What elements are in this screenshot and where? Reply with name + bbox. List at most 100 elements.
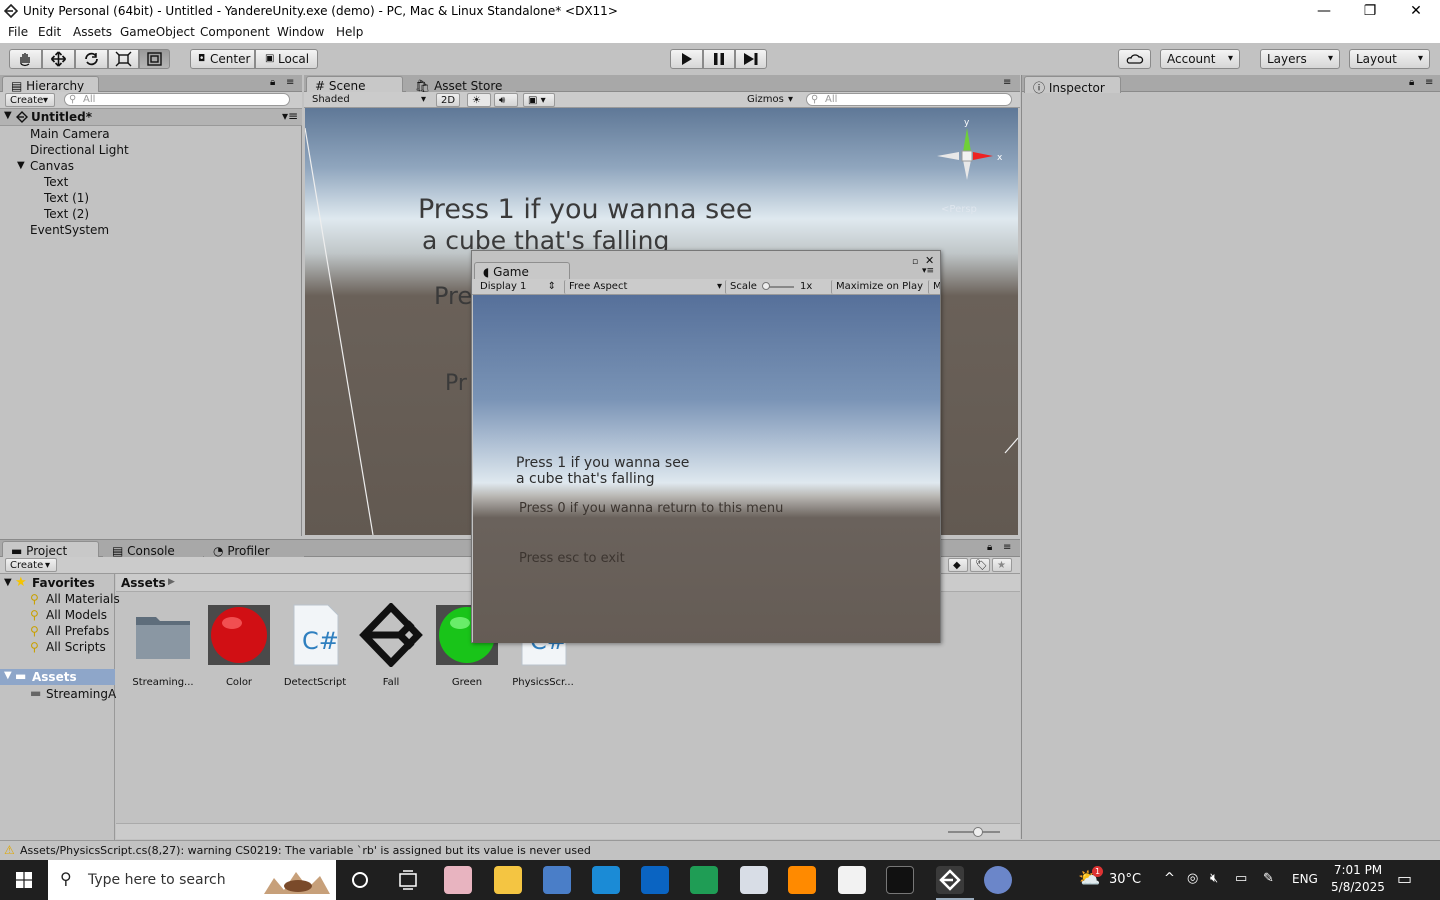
menu-component[interactable]: Component: [200, 25, 270, 39]
display-dropdown[interactable]: Display 1 ⇕: [476, 280, 558, 294]
weather-button[interactable]: ⛅ 1: [1078, 866, 1104, 892]
lighting-toggle[interactable]: ☀: [467, 93, 491, 107]
file-explorer-icon[interactable]: [494, 866, 522, 894]
expand-arrow-icon[interactable]: ▼: [4, 110, 12, 121]
asset-color[interactable]: Color: [202, 603, 276, 693]
sublime-text-icon[interactable]: [788, 866, 816, 894]
layers-dropdown[interactable]: Layers: [1260, 49, 1340, 69]
volume-muted-icon[interactable]: 🔇︎: [1210, 871, 1218, 886]
hand-tool-button[interactable]: [9, 49, 42, 69]
menu-gameobject[interactable]: GameObject: [120, 25, 195, 39]
discord-like-app-icon[interactable]: [543, 866, 571, 894]
unity-taskbar-icon[interactable]: [936, 866, 964, 894]
project-create-button[interactable]: Create: [5, 558, 57, 572]
tab-hierarchy[interactable]: ▤ Hierarchy: [2, 76, 99, 93]
asset-streamingassets[interactable]: Streaming...: [126, 603, 200, 693]
assets-folder-row[interactable]: ▼ ▬ Assets: [0, 669, 115, 685]
tab-inspector[interactable]: ⓘ Inspector: [1024, 76, 1121, 95]
asset-detectscript[interactable]: C# DetectScript: [278, 603, 352, 693]
pivot-local-button[interactable]: ▣ Local: [255, 49, 318, 69]
clock[interactable]: 7:01 PM 5/8/2025: [1328, 863, 1388, 897]
favorites-expand-arrow-icon[interactable]: ▼: [4, 577, 12, 588]
effects-dropdown[interactable]: ▣ ▾: [523, 93, 555, 107]
account-dropdown[interactable]: Account: [1160, 49, 1240, 69]
hierarchy-item-canvas[interactable]: Canvas: [30, 159, 74, 173]
chevron-up-icon[interactable]: ^: [1164, 871, 1175, 886]
filter-type-button[interactable]: ◆: [948, 558, 968, 572]
game-menu-icon[interactable]: ▾≡: [922, 266, 934, 276]
start-button[interactable]: [0, 860, 48, 900]
hierarchy-search-input[interactable]: ⚲ All: [64, 93, 290, 106]
panel-menu-icon[interactable]: ≡: [286, 77, 294, 88]
maximize-window-icon[interactable]: ▫: [912, 257, 918, 267]
scale-tool-button[interactable]: [108, 49, 139, 69]
project-menu-icon[interactable]: ≡: [1003, 542, 1011, 553]
scene-root-row[interactable]: ▼ Untitled* ▾≡: [0, 109, 302, 126]
anime-app-icon[interactable]: [444, 866, 472, 894]
tab-profiler[interactable]: ◔ Profiler: [204, 541, 304, 558]
python-file-icon[interactable]: [740, 866, 768, 894]
layout-dropdown[interactable]: Layout: [1349, 49, 1430, 69]
hierarchy-item-text-1[interactable]: Text (1): [44, 191, 89, 205]
weather-temperature[interactable]: 30°C: [1109, 872, 1141, 887]
asset-fall[interactable]: Fall: [354, 601, 428, 693]
network-icon[interactable]: ▭: [1235, 871, 1247, 886]
microsoft-store-icon[interactable]: [592, 866, 620, 894]
favorite-all-materials[interactable]: All Materials: [46, 592, 120, 606]
tab-project[interactable]: ▬ Project: [2, 541, 99, 558]
notepad-icon[interactable]: [838, 866, 866, 894]
breadcrumb-assets[interactable]: Assets: [121, 576, 166, 590]
icon-size-slider-thumb[interactable]: [973, 827, 983, 837]
restore-button[interactable]: ❐: [1347, 0, 1393, 23]
tab-console[interactable]: ▤ Console: [103, 541, 203, 558]
tab-scene[interactable]: # Scene: [306, 76, 403, 93]
project-lock-icon[interactable]: 🔒︎: [987, 542, 992, 553]
language-indicator[interactable]: ENG: [1292, 872, 1318, 886]
menu-edit[interactable]: Edit: [38, 25, 61, 39]
hierarchy-item-eventsystem[interactable]: EventSystem: [30, 223, 109, 237]
meet-now-icon[interactable]: ◎: [1187, 871, 1198, 886]
play-button[interactable]: [670, 49, 703, 69]
hierarchy-item-text[interactable]: Text: [44, 175, 68, 189]
hierarchy-create-button[interactable]: Create: [5, 93, 55, 107]
favorites-label[interactable]: Favorites: [32, 576, 95, 590]
aspect-dropdown[interactable]: Free Aspect ▾: [564, 280, 724, 294]
taskbar-search-box[interactable]: ⚲ Type here to search: [48, 860, 336, 900]
menu-assets[interactable]: Assets: [73, 25, 112, 39]
hierarchy-item-directional-light[interactable]: Directional Light: [30, 143, 129, 157]
scale-control[interactable]: Scale 1x: [725, 280, 830, 294]
scale-slider-thumb[interactable]: [762, 282, 770, 290]
shading-mode-dropdown[interactable]: Shaded: [308, 93, 432, 107]
inspector-menu-icon[interactable]: ≡: [1425, 77, 1433, 88]
sheets-icon[interactable]: [690, 866, 718, 894]
minimize-button[interactable]: —: [1301, 0, 1347, 23]
lock-icon[interactable]: 🔒︎: [270, 77, 275, 88]
notification-icon[interactable]: ▭: [1397, 869, 1412, 888]
hierarchy-item-main-camera[interactable]: Main Camera: [30, 127, 110, 141]
favorite-all-scripts[interactable]: All Scripts: [46, 640, 106, 654]
scene-panel-menu-icon[interactable]: ≡: [1003, 77, 1011, 88]
favorite-all-models[interactable]: All Models: [46, 608, 107, 622]
pen-icon[interactable]: ✎: [1263, 871, 1274, 886]
cloud-button[interactable]: [1118, 49, 1151, 69]
scene-search-input[interactable]: ⚲ All: [806, 93, 1012, 106]
tab-asset-store[interactable]: 🛍︎ Asset Store: [406, 76, 516, 93]
menu-help[interactable]: Help: [336, 25, 363, 39]
close-button[interactable]: ✕: [1393, 0, 1439, 23]
persp-label[interactable]: <Persp: [941, 204, 977, 215]
pivot-center-button[interactable]: ◘ Center: [190, 49, 255, 69]
inspector-lock-icon[interactable]: 🔒︎: [1409, 77, 1414, 88]
scene-orientation-gizmo[interactable]: y x: [933, 116, 1009, 196]
assets-expand-arrow-icon[interactable]: ▼: [4, 670, 12, 681]
status-bar[interactable]: ⚠ Assets/PhysicsScript.cs(8,27): warning…: [0, 840, 1440, 860]
favorite-all-prefabs[interactable]: All Prefabs: [46, 624, 109, 638]
cortana-button[interactable]: [346, 868, 374, 892]
terminal-icon[interactable]: [886, 866, 914, 894]
move-tool-button[interactable]: [42, 49, 75, 69]
folder-streamingassets[interactable]: StreamingA: [46, 687, 116, 701]
audio-toggle[interactable]: 🔊︎: [494, 93, 518, 107]
step-button[interactable]: [735, 49, 767, 69]
rotate-tool-button[interactable]: [75, 49, 108, 69]
menu-window[interactable]: Window: [277, 25, 324, 39]
favorite-button[interactable]: ★: [992, 558, 1012, 572]
